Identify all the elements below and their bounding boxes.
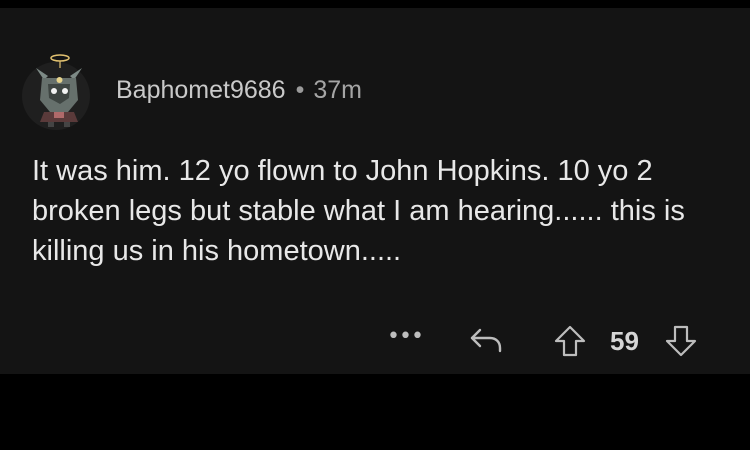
user-avatar[interactable] <box>22 50 96 130</box>
comment-actions: ••• 59 <box>0 318 750 358</box>
downvote-arrow-icon[interactable] <box>664 325 698 357</box>
vote-score: 59 <box>610 326 639 356</box>
username-link[interactable]: Baphomet9686 <box>116 76 286 104</box>
character-avatar-icon <box>36 54 82 127</box>
screen: Baphomet9686 • 37m It was him. 12 yo flown… <box>0 0 750 450</box>
comment-meta: Baphomet9686 • 37m <box>116 76 362 105</box>
comment-body: It was him. 12 yo flown to John Hopkins.… <box>32 155 685 267</box>
reply-icon[interactable] <box>468 326 504 354</box>
meta-separator: • <box>295 76 305 104</box>
upvote-arrow-icon[interactable] <box>553 325 587 357</box>
more-options-icon[interactable]: ••• <box>387 324 424 349</box>
timestamp: 37m <box>313 76 362 104</box>
